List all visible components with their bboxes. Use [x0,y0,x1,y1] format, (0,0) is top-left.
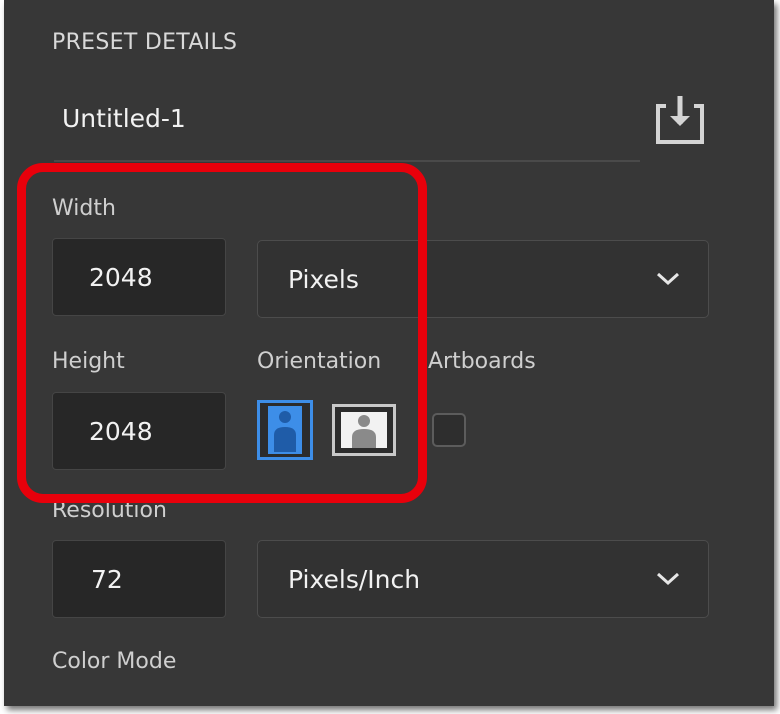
portrait-orientation-icon [268,406,302,454]
height-label: Height [52,349,125,374]
resolution-label: Resolution [52,498,167,523]
resolution-input[interactable]: 72 [52,540,226,618]
chevron-down-icon [656,272,680,286]
height-input[interactable]: 2048 [52,392,226,470]
save-preset-button[interactable] [652,96,708,146]
artboards-label: Artboards [428,349,536,374]
preset-details-panel: PRESET DETAILS Untitled-1 Width 2048 Pix… [4,0,774,706]
save-preset-icon [656,96,704,144]
document-name-underline [54,160,640,162]
width-label: Width [52,196,116,221]
artboards-checkbox[interactable] [432,413,466,447]
width-unit-select[interactable]: Pixels [257,240,709,318]
width-input[interactable]: 2048 [52,238,226,316]
resolution-unit-select[interactable]: Pixels/Inch [257,540,709,618]
landscape-orientation-icon [341,412,387,448]
width-unit-value: Pixels [288,264,359,294]
portrait-orientation-button[interactable] [257,400,313,460]
resolution-unit-value: Pixels/Inch [288,564,421,594]
color-mode-label: Color Mode [52,649,177,674]
orientation-label: Orientation [257,349,382,374]
landscape-orientation-button[interactable] [332,404,396,456]
section-title: PRESET DETAILS [52,30,238,55]
chevron-down-icon [656,572,680,586]
document-name-field[interactable]: Untitled-1 [62,104,186,133]
